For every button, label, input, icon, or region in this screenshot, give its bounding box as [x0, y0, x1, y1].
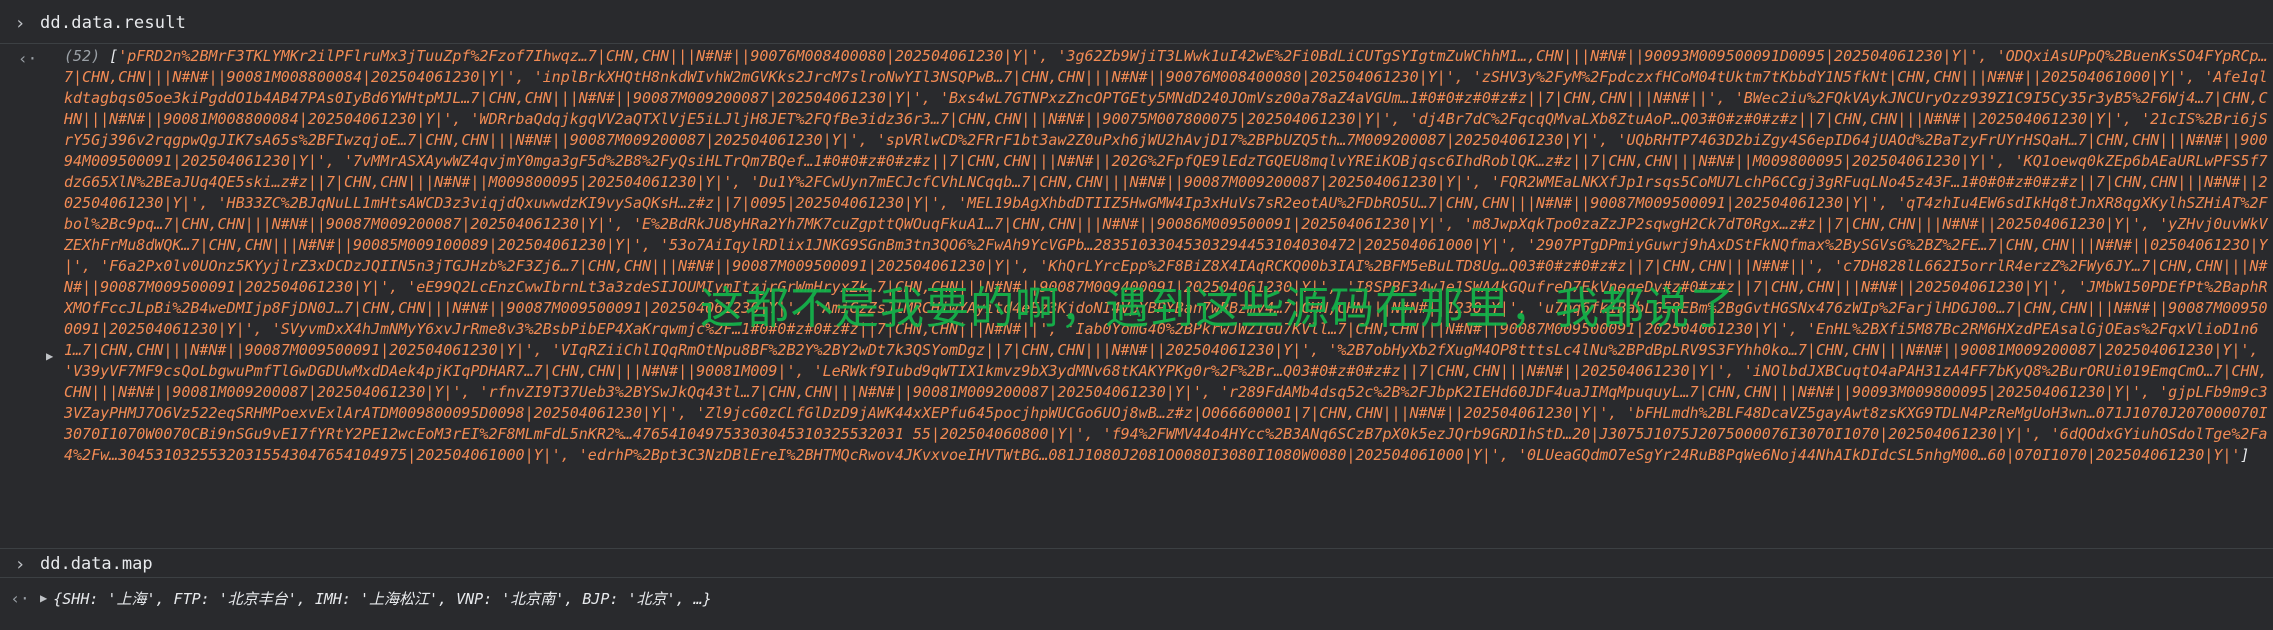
array-entries: 'pFRD2n%2BMrF3TKLYMKr2ilPFlruMx3jTuuZpf%… — [64, 47, 2268, 464]
console-result-array: ‹· ▶ (52) ['pFRD2n%2BMrF3TKLYMKr2ilPFlru… — [0, 43, 2273, 549]
return-arrow-icon: ‹· — [10, 588, 30, 608]
watermark-overlay-text: 这都不是我要的啊，遇到这些源码在那里，我都说了 — [700, 283, 1735, 334]
expand-triangle-icon[interactable]: ▶ — [46, 349, 53, 363]
console-input-expression[interactable]: dd.data.map — [40, 554, 153, 574]
console-result-object: ‹· ▶ {SHH: '上海', FTP: '北京丰台', IMH: '上海松江… — [0, 584, 2273, 612]
array-open-bracket: [ — [109, 47, 119, 65]
return-arrow-icon: ‹· — [18, 49, 38, 68]
console-input-row-1: › dd.data.result — [0, 9, 2273, 37]
console-input-row-2: › dd.data.map — [0, 551, 2273, 578]
console-input-expression[interactable]: dd.data.result — [40, 13, 186, 33]
prompt-chevron-icon: › — [14, 12, 26, 34]
array-close-bracket: ] — [2240, 446, 2250, 464]
prompt-chevron-icon: › — [14, 553, 26, 575]
object-preview-text[interactable]: {SHH: '上海', FTP: '北京丰台', IMH: '上海松江', VN… — [53, 588, 711, 609]
expand-triangle-icon[interactable]: ▶ — [40, 591, 47, 605]
array-length-label: (52) — [64, 47, 101, 65]
